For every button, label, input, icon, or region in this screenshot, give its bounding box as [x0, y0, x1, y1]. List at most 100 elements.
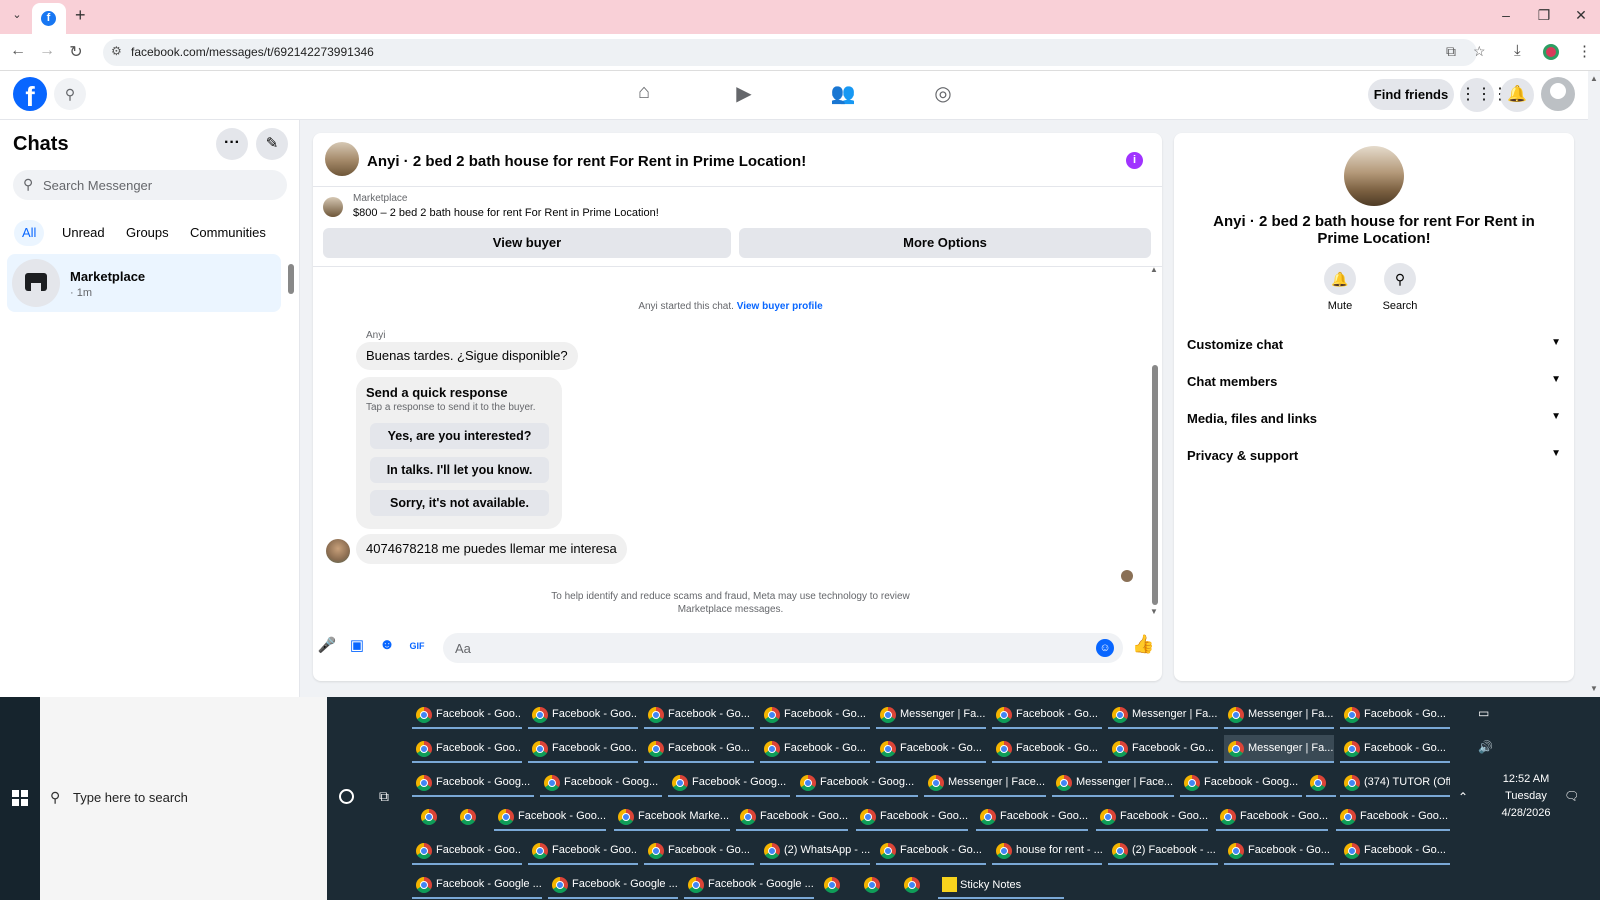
facebook-logo-icon[interactable]: f [13, 77, 47, 111]
friends-icon[interactable]: 👥 [828, 81, 858, 109]
taskbar-window-button[interactable]: Facebook - Go... [644, 701, 754, 729]
taskbar-window-button[interactable]: Messenger | Face... [924, 769, 1046, 797]
privacy-support-row[interactable]: Privacy & support ▼ [1187, 438, 1561, 474]
back-arrow-icon[interactable]: ← [8, 42, 28, 60]
taskbar-window-button[interactable]: Facebook - Go... [644, 837, 754, 865]
message-bubble[interactable]: 4074678218 me puedes llemar me interesa [356, 534, 627, 564]
message-input[interactable] [455, 639, 1075, 657]
taskbar-window-button[interactable]: Facebook - Goog... [668, 769, 790, 797]
bell-icon[interactable]: 🔔 [1324, 263, 1356, 295]
sticker-icon[interactable]: ☻ [377, 636, 397, 656]
taskbar-window-button[interactable]: Facebook - Goog... [540, 769, 662, 797]
chrome-icon[interactable] [824, 877, 840, 893]
taskbar-window-button[interactable]: Facebook - Goo... [528, 735, 638, 763]
scroll-up-icon[interactable]: ▲ [1150, 265, 1158, 274]
taskbar-window-button[interactable]: Facebook - Google ... [412, 871, 542, 899]
quick-response-in-talks-button[interactable]: In talks. I'll let you know. [370, 457, 549, 483]
taskbar-window-button[interactable]: Messenger | Fa... [876, 701, 986, 729]
tab-search-chevron-down-icon[interactable]: ⌄ [6, 8, 28, 26]
browser-tab-facebook[interactable]: f [32, 3, 66, 34]
find-friends-button[interactable]: Find friends [1368, 79, 1454, 110]
taskbar-window-button[interactable]: Facebook - Goo... [1216, 803, 1328, 831]
quick-response-yes-button[interactable]: Yes, are you interested? [370, 423, 549, 449]
taskbar-window-button[interactable]: Facebook - Google ... [548, 871, 678, 899]
chrome-icon[interactable] [421, 809, 437, 825]
cortana-circle-icon[interactable] [339, 789, 354, 804]
window-restore-icon[interactable]: ❐ [1534, 7, 1554, 24]
microphone-icon[interactable]: 🎤 [317, 636, 337, 656]
taskbar-window-button[interactable]: Facebook - Go... [876, 735, 986, 763]
thumbs-up-icon[interactable]: 👍 [1132, 634, 1154, 655]
address-bar[interactable]: ⚙ facebook.com/messages/t/69214227399134… [103, 39, 1486, 66]
taskbar-window-button-active[interactable]: Messenger | Fa... [1224, 735, 1334, 763]
taskbar-window-button[interactable]: (2) Facebook - ... [1108, 837, 1218, 865]
new-tab-plus-icon[interactable]: + [75, 5, 86, 26]
window-close-icon[interactable]: ✕ [1571, 7, 1591, 24]
taskbar-window-button[interactable]: Facebook - Go... [992, 701, 1102, 729]
taskbar-window-button[interactable]: Facebook - Goo... [1336, 803, 1450, 831]
search-icon[interactable]: ⚲ [1384, 263, 1416, 295]
install-app-icon[interactable]: ⧉ [1446, 43, 1456, 60]
start-button[interactable] [0, 697, 40, 900]
conversation-info-icon[interactable]: i [1126, 152, 1143, 169]
volume-icon[interactable]: 🔊 [1478, 740, 1493, 754]
taskbar-search-box[interactable]: ⚲ Type here to search [40, 697, 327, 900]
system-clock[interactable]: 12:52 AM Tuesday 4/28/2026 [1496, 771, 1556, 822]
sticky-notes-button[interactable]: Sticky Notes [938, 871, 1064, 899]
chrome-icon[interactable] [460, 809, 476, 825]
taskbar-window-button[interactable]: Facebook - Goo... [1096, 803, 1208, 831]
taskbar-window-button[interactable]: Facebook Marke... [614, 803, 730, 831]
emoji-icon[interactable]: ☺ [1096, 639, 1114, 657]
video-icon[interactable]: ▶ [729, 81, 759, 109]
filter-communities[interactable]: Communities [190, 220, 266, 246]
taskbar-window-button[interactable]: (2) WhatsApp - ... [760, 837, 870, 865]
download-icon[interactable]: ⤓ [1514, 42, 1521, 59]
customize-chat-row[interactable]: Customize chat ▼ [1187, 327, 1561, 363]
quick-response-not-available-button[interactable]: Sorry, it's not available. [370, 490, 549, 516]
filter-groups[interactable]: Groups [126, 220, 169, 246]
page-scroll-down-icon[interactable]: ▼ [1590, 684, 1598, 693]
search-icon[interactable]: ⚲ [54, 78, 86, 110]
network-display-icon[interactable]: ▭ [1478, 706, 1489, 720]
taskbar-window-button[interactable]: Facebook - Goog... [1180, 769, 1302, 797]
chats-scrollbar[interactable] [287, 252, 295, 312]
scroll-down-icon[interactable]: ▼ [1150, 607, 1158, 616]
sender-avatar[interactable] [326, 539, 350, 563]
task-view-icon[interactable]: ⧉ [379, 788, 389, 805]
new-message-compose-icon[interactable]: ✎ [256, 128, 288, 160]
taskbar-window-button[interactable]: Facebook - Goo... [412, 701, 522, 729]
search-action[interactable]: ⚲ Search [1375, 263, 1425, 312]
menu-grid-icon[interactable]: ⋮⋮⋮ [1460, 78, 1508, 112]
chrome-icon[interactable] [864, 877, 880, 893]
taskbar-window-button[interactable]: Facebook - Goo... [736, 803, 848, 831]
taskbar-window-button[interactable]: Facebook - Goog... [796, 769, 918, 797]
conversation-title[interactable]: Anyi · 2 bed 2 bath house for rent For R… [367, 153, 806, 170]
taskbar-window-button[interactable]: Facebook - Go... [876, 837, 986, 865]
taskbar-window-button[interactable]: Facebook - Go... [760, 701, 870, 729]
taskbar-window-button[interactable]: Facebook - Google ... [684, 871, 814, 899]
taskbar-window-button[interactable]: Facebook - Go... [760, 735, 870, 763]
taskbar-window-button[interactable]: Messenger | Fa... [1224, 701, 1334, 729]
taskbar-window-button[interactable]: Facebook - Go... [644, 735, 754, 763]
reload-icon[interactable]: ↻ [66, 42, 86, 62]
photo-attach-icon[interactable]: ▣ [347, 636, 367, 656]
filter-unread[interactable]: Unread [62, 220, 105, 246]
groups-icon[interactable]: ◎ [928, 81, 958, 109]
url-text[interactable]: facebook.com/messages/t/692142273991346 [131, 45, 374, 59]
messenger-search-input[interactable] [43, 175, 273, 195]
gif-icon[interactable]: GIF [407, 636, 427, 656]
action-center-notification-icon[interactable]: 🗨 [1564, 789, 1579, 803]
page-scroll-up-icon[interactable]: ▲ [1590, 74, 1598, 83]
conversation-scrollbar[interactable]: ▲ ▼ [1150, 265, 1160, 617]
account-avatar[interactable] [1541, 77, 1575, 111]
listing-avatar[interactable] [1344, 146, 1404, 206]
taskbar-window-button[interactable]: Facebook - Goo... [976, 803, 1088, 831]
taskbar-window-button[interactable]: Facebook - Go... [992, 735, 1102, 763]
chat-list-item[interactable]: Marketplace · 1m [7, 254, 281, 312]
taskbar-window-button[interactable]: Facebook - Goo... [412, 735, 522, 763]
taskbar-window-button[interactable]: Messenger | Face... [1052, 769, 1174, 797]
site-settings-icon[interactable]: ⚙ [111, 44, 122, 58]
taskbar-window-button[interactable]: (374) TUTOR (Offi... [1340, 769, 1450, 797]
browser-profile-avatar[interactable] [1543, 44, 1559, 60]
taskbar-window-button[interactable]: Facebook - Goo... [412, 837, 522, 865]
